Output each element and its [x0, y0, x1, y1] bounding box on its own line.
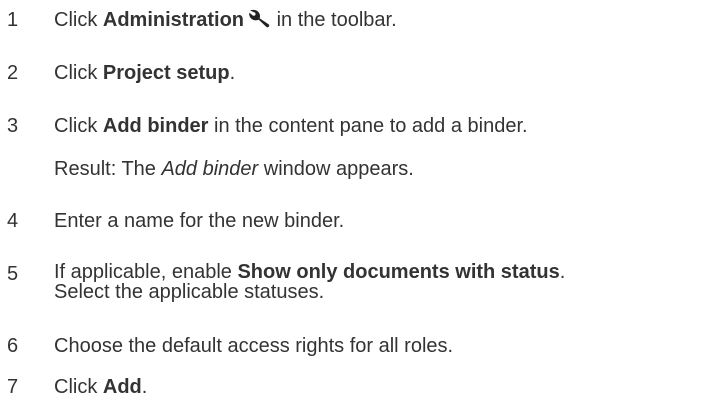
- window-name: Add binder: [161, 158, 259, 180]
- step-number: 4: [7, 210, 19, 232]
- step-text: Click Administration in the toolbar.: [54, 8, 397, 34]
- step-3-result: Result: The Add binder window appears.: [54, 158, 414, 180]
- step-number: 5: [7, 263, 19, 285]
- step-text: If applicable, enable Show only document…: [54, 261, 566, 303]
- step-text: Click Add.: [54, 376, 148, 398]
- step-text-line-2: Select the applicable statuses.: [54, 281, 325, 303]
- wrench-icon: [248, 8, 270, 34]
- step-text: Click Add binder in the content pane to …: [54, 115, 528, 137]
- ui-term-administration: Administration: [102, 9, 245, 31]
- step-text: Enter a name for the new binder.: [54, 210, 345, 232]
- ui-term-add-binder: Add binder: [102, 115, 209, 137]
- step-number: 1: [7, 9, 19, 31]
- step-number: 6: [7, 335, 19, 357]
- ui-term-project-setup: Project setup: [102, 62, 230, 84]
- step-number: 3: [7, 115, 19, 137]
- ui-term-show-only-documents-with-status: Show only documents with status: [237, 261, 560, 283]
- step-text: Click Project setup.: [54, 62, 236, 84]
- step-number: 7: [7, 376, 19, 398]
- step-text: Choose the default access rights for all…: [54, 335, 454, 357]
- ui-term-add: Add: [102, 376, 142, 398]
- step-number: 2: [7, 62, 19, 84]
